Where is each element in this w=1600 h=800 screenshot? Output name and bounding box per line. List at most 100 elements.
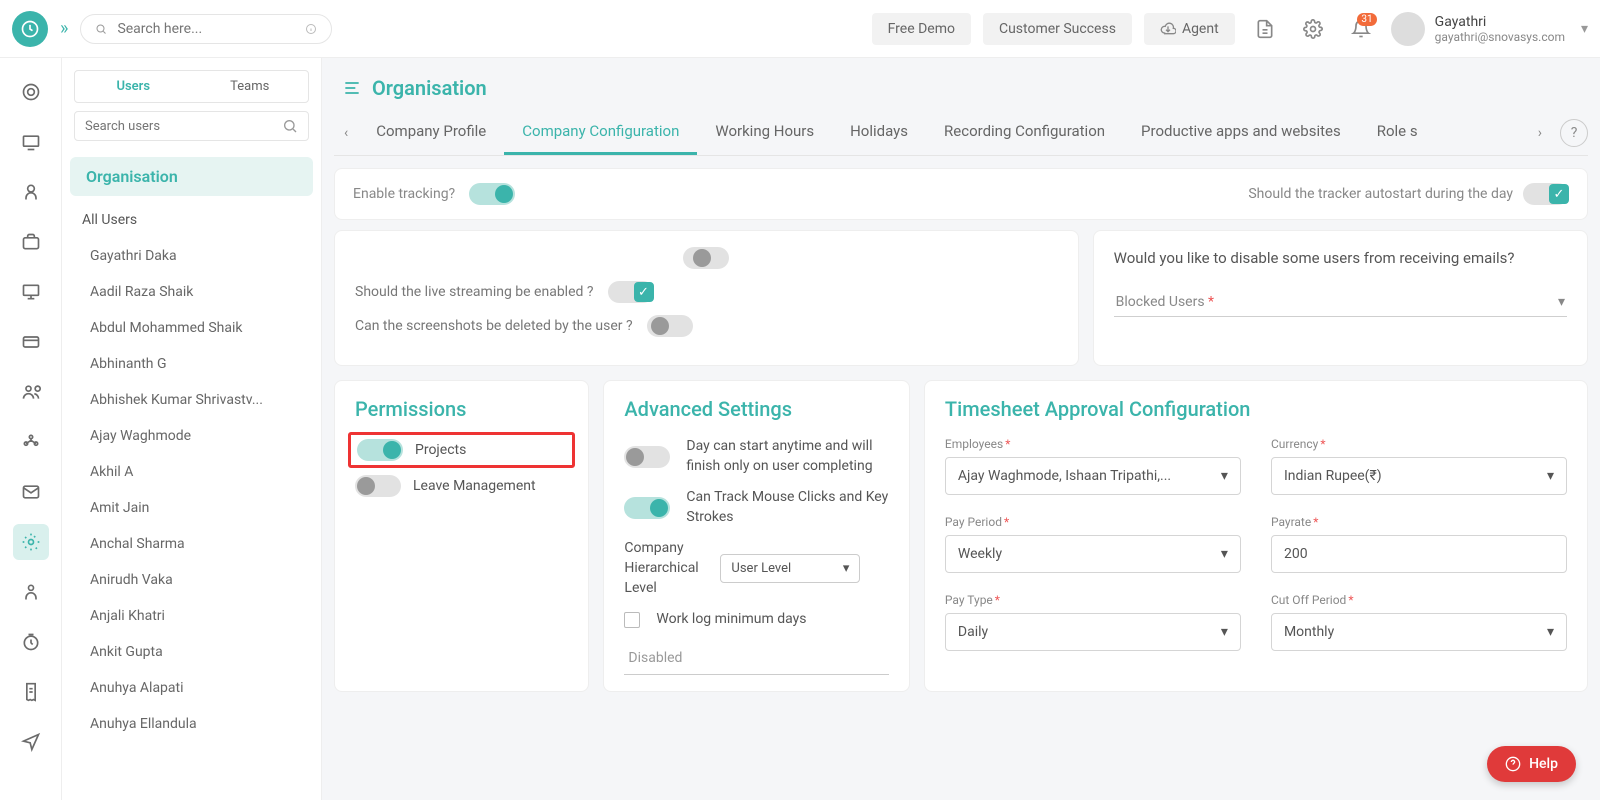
tabs-next[interactable]: › (1528, 119, 1552, 147)
user-search[interactable] (74, 111, 309, 141)
blocked-users-field[interactable]: Blocked Users * ▾ (1114, 288, 1567, 317)
leave-label: Leave Management (413, 478, 536, 494)
rail-team[interactable] (13, 424, 49, 460)
rail-desktop[interactable] (13, 274, 49, 310)
avatar (1391, 12, 1425, 46)
settings-icon[interactable] (1295, 11, 1331, 47)
rail-invoice[interactable] (13, 674, 49, 710)
user-list-item[interactable]: Abdul Mohammed Shaik (62, 310, 321, 346)
search-icon (282, 118, 298, 134)
pay-period-select[interactable]: Weekly ▾ (945, 535, 1241, 573)
delete-screenshot-label: Can the screenshots be deleted by the us… (355, 318, 633, 334)
user-menu[interactable]: Gayathri gayathri@snovasys.com ▾ (1391, 12, 1588, 46)
global-search-input[interactable] (117, 21, 295, 37)
permissions-title: Permissions (355, 397, 568, 421)
document-icon[interactable] (1247, 11, 1283, 47)
unknown-toggle[interactable] (683, 247, 729, 269)
user-list-item[interactable]: Akhil A (62, 454, 321, 490)
content-tab[interactable]: Role s (1359, 110, 1436, 155)
pay-period-value: Weekly (958, 546, 1002, 562)
customer-success-button[interactable]: Customer Success (983, 13, 1132, 45)
caret-down-icon: ▾ (1581, 21, 1588, 37)
user-list-item[interactable]: Gayathri Daka (62, 238, 321, 274)
user-list-item[interactable]: Anirudh Vaka (62, 562, 321, 598)
notifications-icon[interactable]: 31 (1343, 11, 1379, 47)
chevron-down-icon: ▾ (1558, 294, 1565, 310)
leave-toggle[interactable] (355, 475, 401, 497)
users-sidebar: Users Teams Organisation All Users Gayat… (62, 58, 322, 800)
rail-user[interactable] (13, 174, 49, 210)
user-name: Gayathri (1435, 14, 1565, 30)
day-anytime-label: Day can start anytime and will finish on… (686, 437, 889, 476)
chevron-down-icon: ▾ (1221, 546, 1228, 562)
user-list-item[interactable]: Anuhya Ellandula (62, 706, 321, 742)
search-icon (95, 21, 107, 37)
pay-type-select[interactable]: Daily▾ (945, 613, 1241, 651)
content-tab[interactable]: Holidays (832, 110, 926, 155)
projects-label: Projects (415, 442, 466, 458)
rail-billing[interactable] (13, 324, 49, 360)
expand-sidebar-icon[interactable]: » (60, 18, 68, 39)
employees-select[interactable]: Ajay Waghmode, Ishaan Tripathi,...▾ (945, 457, 1241, 495)
email-options-card: Would you like to disable some users fro… (1093, 230, 1588, 366)
global-search[interactable] (80, 14, 332, 44)
live-streaming-label: Should the live streaming be enabled ? (355, 284, 594, 300)
autostart-toggle[interactable]: ✓ (1523, 183, 1569, 205)
employees-value: Ajay Waghmode, Ishaan Tripathi,... (958, 468, 1171, 484)
all-users-item[interactable]: All Users (62, 202, 321, 238)
track-mouse-toggle[interactable] (624, 497, 670, 519)
hierarchy-select[interactable]: User Level▾ (720, 554, 860, 583)
user-list-item[interactable]: Ankit Gupta (62, 634, 321, 670)
permissions-card: Permissions Projects Leave Management (334, 380, 589, 692)
user-search-input[interactable] (85, 119, 282, 134)
organisation-header[interactable]: Organisation (70, 157, 313, 196)
page-header: Organisation (334, 58, 1588, 110)
rail-dashboard[interactable] (13, 74, 49, 110)
user-list-item[interactable]: Anjali Khatri (62, 598, 321, 634)
notification-badge: 31 (1357, 13, 1376, 26)
rail-clock[interactable] (13, 624, 49, 660)
live-streaming-toggle[interactable]: ✓ (608, 281, 654, 303)
tab-users[interactable]: Users (75, 71, 192, 102)
free-demo-button[interactable]: Free Demo (872, 13, 971, 45)
user-list-item[interactable]: Anuhya Alapati (62, 670, 321, 706)
user-list-item[interactable]: Ajay Waghmode (62, 418, 321, 454)
currency-select[interactable]: Indian Rupee(₹)▾ (1271, 457, 1567, 495)
user-list-item[interactable]: Anchal Sharma (62, 526, 321, 562)
tracking-options-card: Should the live streaming be enabled ? ✓… (334, 230, 1079, 366)
rail-location[interactable] (13, 724, 49, 760)
rail-profile[interactable] (13, 574, 49, 610)
user-list-item[interactable]: Amit Jain (62, 490, 321, 526)
disabled-field: Disabled (624, 642, 889, 675)
content-tab[interactable]: Productive apps and websites (1123, 110, 1359, 155)
payrate-input[interactable]: 200 (1271, 535, 1567, 573)
user-list-item[interactable]: Abhishek Kumar Shrivastv... (62, 382, 321, 418)
tabs-help-icon[interactable]: ? (1560, 119, 1588, 147)
rail-monitor[interactable] (13, 124, 49, 160)
rail-people[interactable] (13, 374, 49, 410)
content-tab[interactable]: Company Configuration (504, 110, 697, 155)
agent-button[interactable]: Agent (1144, 13, 1235, 45)
enable-tracking-toggle[interactable] (469, 183, 515, 205)
user-list-item[interactable]: Aadil Raza Shaik (62, 274, 321, 310)
rail-mail[interactable] (13, 474, 49, 510)
rail-settings[interactable] (13, 524, 49, 560)
menu-icon[interactable] (342, 78, 362, 98)
user-list-item[interactable]: Abhinanth G (62, 346, 321, 382)
content-tab[interactable]: Company Profile (358, 110, 504, 155)
help-button[interactable]: Help (1487, 746, 1576, 782)
day-anytime-toggle[interactable] (624, 446, 670, 468)
content-tab[interactable]: Working Hours (697, 110, 832, 155)
tabs-prev[interactable]: ‹ (334, 119, 358, 147)
agent-label: Agent (1182, 21, 1219, 37)
projects-permission-row: Projects (349, 433, 574, 467)
tab-teams[interactable]: Teams (192, 71, 309, 102)
worklog-checkbox[interactable] (624, 612, 640, 628)
blocked-users-label: Blocked Users (1116, 294, 1205, 310)
pay-type-value: Daily (958, 624, 988, 640)
cutoff-select[interactable]: Monthly▾ (1271, 613, 1567, 651)
rail-briefcase[interactable] (13, 224, 49, 260)
delete-screenshot-toggle[interactable] (647, 315, 693, 337)
content-tab[interactable]: Recording Configuration (926, 110, 1123, 155)
projects-toggle[interactable] (357, 439, 403, 461)
